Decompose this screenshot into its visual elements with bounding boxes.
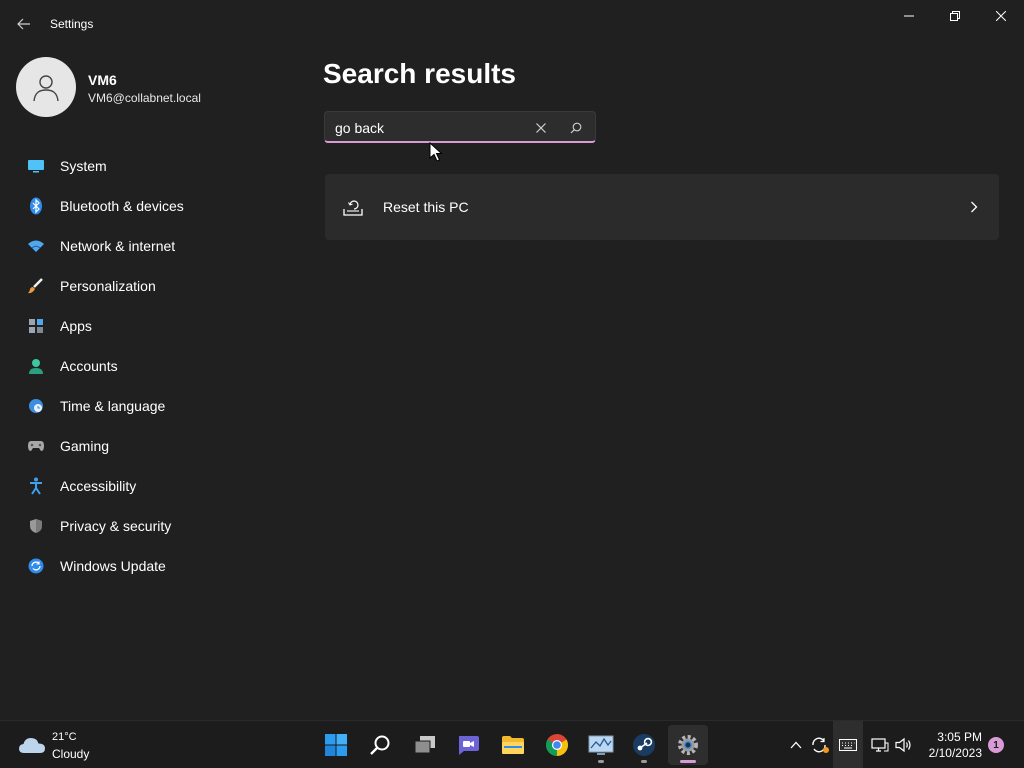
- keyboard-icon: [839, 739, 857, 751]
- chrome-icon: [546, 734, 568, 756]
- chat-button[interactable]: [448, 725, 488, 765]
- sidebar-item-accessibility[interactable]: Accessibility: [0, 466, 300, 506]
- file-explorer-button[interactable]: [493, 725, 533, 765]
- notification-badge[interactable]: 1: [988, 737, 1004, 753]
- apps-icon: [27, 317, 45, 335]
- sidebar-item-label: Apps: [60, 318, 92, 334]
- user-icon: [33, 75, 59, 102]
- sidebar-item-label: System: [60, 158, 107, 174]
- search-icon: [570, 122, 582, 134]
- touch-keyboard-button[interactable]: [833, 721, 863, 768]
- sidebar-item-label: Accounts: [60, 358, 118, 374]
- search-input[interactable]: [335, 119, 525, 137]
- close-icon: [996, 11, 1006, 21]
- wifi-icon: [27, 237, 45, 255]
- teams-chat-icon: [459, 736, 479, 755]
- page-title: Search results: [323, 58, 516, 89]
- search-box[interactable]: [324, 111, 596, 143]
- clear-search-button[interactable]: [531, 118, 551, 138]
- restore-button[interactable]: [932, 0, 978, 32]
- search-button[interactable]: [566, 118, 586, 138]
- search-icon: [370, 735, 390, 755]
- settings-taskbar-button[interactable]: [668, 725, 708, 765]
- accounts-icon: [27, 357, 45, 375]
- task-view-button[interactable]: [405, 725, 445, 765]
- bluetooth-icon: [27, 197, 45, 215]
- chevron-right-icon: [967, 198, 981, 216]
- sidebar-item-label: Windows Update: [60, 558, 166, 574]
- clock-time: 3:05 PM: [937, 730, 982, 744]
- volume-icon: [895, 737, 911, 753]
- update-icon: [27, 557, 45, 575]
- task-view-icon: [414, 736, 435, 754]
- sync-icon: [812, 737, 829, 753]
- sidebar-item-accounts[interactable]: Accounts: [0, 346, 300, 386]
- shield-icon: [27, 517, 45, 535]
- steam-icon: [633, 734, 655, 756]
- sidebar-item-network[interactable]: Network & internet: [0, 226, 300, 266]
- network-tray-button[interactable]: [868, 721, 892, 768]
- search-result-item[interactable]: Reset this PC: [325, 174, 999, 240]
- sidebar-item-time-language[interactable]: Time & language: [0, 386, 300, 426]
- running-indicator: [598, 760, 604, 763]
- sidebar-item-label: Accessibility: [60, 478, 137, 494]
- network-wired-icon: [871, 738, 889, 752]
- clock-date: 2/10/2023: [928, 746, 982, 760]
- sidebar-item-label: Bluetooth & devices: [60, 198, 184, 214]
- start-icon: [325, 734, 347, 756]
- sidebar-item-gaming[interactable]: Gaming: [0, 426, 300, 466]
- sidebar-item-system[interactable]: System: [0, 146, 300, 186]
- sidebar-nav: System Bluetooth & devices Network & int…: [0, 146, 300, 586]
- avatar[interactable]: [16, 57, 76, 117]
- sidebar-item-label: Personalization: [60, 278, 156, 294]
- weather-temperature: 21°C: [52, 731, 77, 743]
- steam-button[interactable]: [624, 725, 664, 765]
- close-button[interactable]: [978, 0, 1024, 32]
- sync-tray-button[interactable]: [808, 721, 832, 768]
- resource-monitor-icon: [588, 735, 614, 755]
- mouse-pointer-icon: [429, 142, 443, 162]
- volume-tray-button[interactable]: [893, 721, 915, 768]
- sidebar-item-label: Privacy & security: [60, 518, 172, 534]
- minimize-icon: [904, 15, 914, 17]
- sidebar-item-apps[interactable]: Apps: [0, 306, 300, 346]
- chevron-up-icon: [790, 741, 802, 749]
- back-button[interactable]: [10, 12, 38, 36]
- profile-name: VM6: [88, 72, 117, 88]
- system-icon: [27, 157, 45, 175]
- result-label: Reset this PC: [383, 199, 469, 215]
- accessibility-icon: [27, 477, 45, 495]
- brush-icon: [27, 277, 45, 295]
- start-button[interactable]: [316, 725, 356, 765]
- weather-condition: Cloudy: [52, 747, 90, 761]
- title-bar: Settings: [0, 0, 1024, 48]
- restore-icon: [950, 11, 960, 21]
- chrome-button[interactable]: [537, 725, 577, 765]
- back-arrow-icon: [17, 18, 30, 30]
- profile-email: VM6@collabnet.local: [88, 91, 201, 105]
- sidebar-item-label: Network & internet: [60, 238, 176, 254]
- minimize-button[interactable]: [886, 0, 932, 32]
- sidebar-item-bluetooth[interactable]: Bluetooth & devices: [0, 186, 300, 226]
- sidebar-item-privacy[interactable]: Privacy & security: [0, 506, 300, 546]
- settings-icon: [678, 735, 698, 755]
- sidebar-item-label: Time & language: [60, 398, 166, 414]
- show-hidden-icons-button[interactable]: [786, 721, 806, 768]
- file-explorer-icon: [502, 736, 524, 754]
- cloud-icon: [19, 738, 45, 753]
- running-indicator: [641, 760, 647, 763]
- gamepad-icon: [27, 437, 45, 455]
- resource-monitor-button[interactable]: [581, 725, 621, 765]
- taskbar: 21°C Cloudy 3:05 PM 2/10/2023 1: [0, 720, 1024, 768]
- sidebar-item-windows-update[interactable]: Windows Update: [0, 546, 300, 586]
- active-indicator: [680, 760, 696, 763]
- sidebar-item-personalization[interactable]: Personalization: [0, 266, 300, 306]
- close-icon: [536, 123, 546, 133]
- reset-pc-icon: [343, 200, 363, 216]
- clock-globe-icon: [27, 397, 45, 415]
- window-title: Settings: [50, 17, 94, 31]
- taskbar-search-button[interactable]: [360, 725, 400, 765]
- sidebar-item-label: Gaming: [60, 438, 110, 454]
